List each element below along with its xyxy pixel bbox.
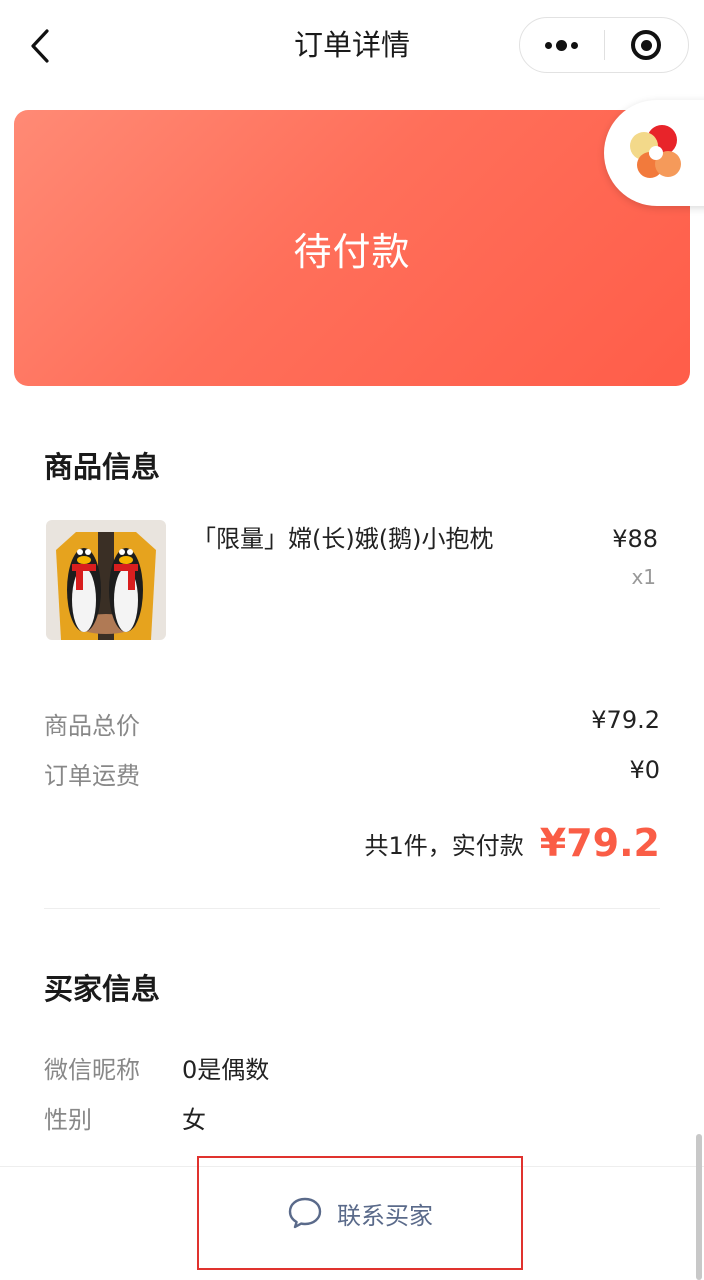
wechat-nickname-label: 微信昵称 [44, 1056, 140, 1084]
total-amount: ¥79.2 [539, 821, 660, 865]
product-name[interactable]: 「限量」嫦(长)娥(鹅)小抱枕 [192, 520, 493, 558]
scrollbar[interactable] [696, 1134, 702, 1280]
mini-program-capsule [519, 17, 689, 73]
more-dots-icon [545, 39, 579, 51]
product-thumbnail[interactable] [46, 520, 166, 640]
close-mini-program-button[interactable] [605, 18, 689, 72]
gender-label: 性别 [44, 1106, 92, 1134]
chat-bubble-icon [288, 1197, 322, 1229]
floating-logo-button[interactable] [604, 100, 704, 206]
chevron-left-icon [31, 29, 49, 63]
more-button[interactable] [520, 18, 604, 72]
subtotal-label: 商品总价 [44, 712, 140, 740]
buyer-section-title: 买家信息 [44, 972, 161, 1006]
product-price: ¥88 [612, 525, 658, 553]
order-status-banner: 待付款 [14, 110, 690, 386]
shipping-value: ¥0 [629, 756, 660, 784]
product-quantity: x1 [631, 565, 656, 589]
total-label: 共1件，实付款 [364, 831, 524, 860]
wechat-nickname-value: 0是偶数 [182, 1056, 270, 1084]
back-button[interactable] [20, 22, 60, 70]
section-divider [44, 908, 660, 909]
flower-logo-icon [630, 125, 681, 178]
subtotal-value: ¥79.2 [591, 706, 660, 734]
target-circle-icon [631, 30, 662, 60]
total-row: 共1件，实付款 ¥79.2 [365, 818, 660, 868]
product-section-title: 商品信息 [44, 450, 161, 484]
gender-value: 女 [182, 1106, 206, 1134]
page-title: 订单详情 [293, 28, 410, 62]
contact-buyer-button[interactable]: 联系买家 [197, 1156, 523, 1270]
order-status-text: 待付款 [293, 229, 411, 274]
penguin-plush-photo [46, 520, 166, 640]
shipping-label: 订单运费 [44, 762, 140, 790]
contact-buyer-label: 联系买家 [337, 1201, 433, 1230]
navigation-bar: 订单详情 [0, 0, 704, 92]
